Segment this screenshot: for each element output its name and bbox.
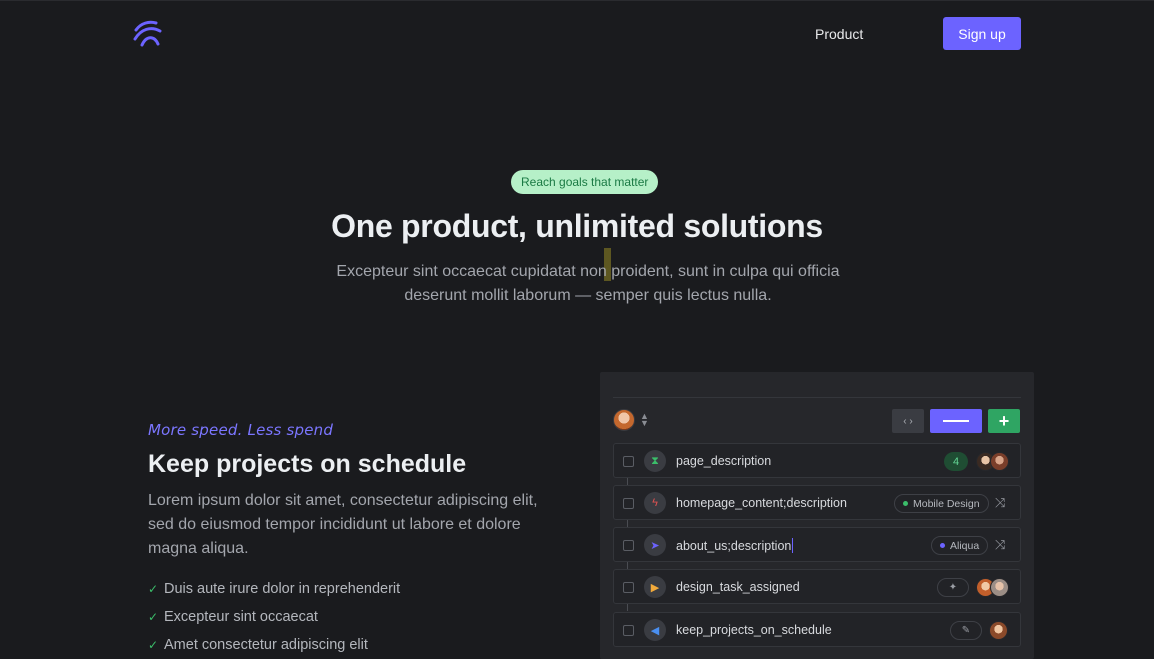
task-label: keep_projects_on_schedule [676, 623, 832, 637]
shuffle-icon[interactable]: ⤨ [995, 537, 1005, 553]
row-checkbox[interactable] [623, 540, 634, 551]
row-connector [627, 562, 628, 569]
checklist-text: Amet consectetur adipiscing elit [164, 637, 368, 653]
row-connector [627, 604, 628, 611]
row-checkbox[interactable] [623, 625, 634, 636]
checklist-text: Duis aute irure dolor in reprehenderit [164, 581, 401, 597]
signup-button[interactable]: Sign up [943, 17, 1021, 50]
check-icon: ✓ [148, 638, 159, 652]
task-row[interactable]: ▶ design_task_assigned ✦ [613, 569, 1021, 604]
row-checkbox[interactable] [623, 582, 634, 593]
checklist-item: ✓ Duis aute irure dolor in reprehenderit [148, 575, 400, 603]
collapse-button[interactable] [930, 409, 982, 433]
bolt-icon: ϟ [644, 492, 666, 514]
task-row[interactable]: ϟ homepage_content;description Mobile De… [613, 485, 1021, 520]
task-row[interactable]: ⧗ page_description 4 [613, 443, 1021, 478]
row-checkbox[interactable] [623, 456, 634, 467]
tag-mobile-design[interactable]: Mobile Design [894, 494, 989, 513]
tag-label: Mobile Design [913, 497, 980, 510]
avatar [989, 621, 1008, 640]
text-caret [792, 538, 794, 553]
task-row[interactable]: ➤ about_us;description Aliqua ⤨ [613, 527, 1021, 562]
minus-icon [943, 420, 969, 422]
task-label: homepage_content;description [676, 496, 847, 510]
tag-label: Aliqua [950, 539, 980, 552]
logo-icon[interactable] [132, 18, 164, 48]
feature-checklist: ✓ Duis aute irure dolor in reprehenderit … [148, 575, 400, 659]
row-checkbox[interactable] [623, 498, 634, 509]
hero-subtitle-line1: Excepteur sint occaecat cupidatat non pr… [336, 263, 840, 280]
hero-badge: Reach goals that matter [511, 170, 659, 194]
add-button[interactable]: + [988, 409, 1020, 433]
task-label: design_task_assigned [676, 580, 800, 594]
feature-title: Keep projects on schedule [148, 450, 467, 478]
navigation-arrow-icon: ➤ [644, 534, 666, 556]
app-preview-panel: ▲ ▼ ‹ › + ⧗ page_description 4 ϟ homepage… [600, 372, 1034, 659]
checklist-item: ✓ Excepteur sint occaecat [148, 603, 400, 631]
hero-title: One product, unlimited solutions [331, 208, 823, 244]
panel-divider [613, 397, 1021, 398]
checklist-text: Excepteur sint occaecat [164, 609, 318, 625]
row-connector [627, 520, 628, 527]
avatar [990, 578, 1009, 597]
hero-subtitle-line2: deserunt mollit laborum — semper quis le… [404, 287, 772, 304]
code-toggle-button[interactable]: ‹ › [892, 409, 924, 433]
sort-chevrons-icon[interactable]: ▲ ▼ [640, 412, 649, 428]
tag-aliqua[interactable]: Aliqua [931, 536, 989, 555]
status-dot [903, 501, 908, 506]
top-border [0, 0, 1154, 1]
task-row[interactable]: ◀ keep_projects_on_schedule ✎ [613, 612, 1021, 647]
feature-tagline: More speed. Less spend [148, 421, 334, 439]
checklist-item: ✓ Amet consectetur adipiscing elit [148, 631, 400, 659]
task-label: about_us;description [676, 538, 794, 553]
avatar [990, 452, 1009, 471]
task-label-text[interactable]: about_us;description [676, 539, 791, 553]
nav-link-product[interactable]: Product [815, 26, 863, 42]
check-icon: ✓ [148, 610, 159, 624]
hourglass-icon: ⧗ [644, 450, 666, 472]
megaphone-icon: ◀ [644, 619, 666, 641]
feature-description: Lorem ipsum dolor sit amet, consectetur … [148, 492, 538, 557]
count-badge: 4 [944, 452, 969, 471]
play-icon: ▶ [644, 576, 666, 598]
row-connector [627, 478, 628, 485]
shuffle-icon[interactable]: ⤨ [995, 495, 1005, 511]
user-avatar[interactable] [613, 409, 635, 431]
leaf-icon[interactable]: ✎ [950, 621, 982, 640]
status-dot [940, 543, 945, 548]
check-icon: ✓ [148, 582, 159, 596]
hero-subtitle: Excepteur sint occaecat cupidatat non pr… [310, 260, 866, 308]
sparkle-icon[interactable]: ✦ [937, 578, 969, 597]
task-label: page_description [676, 454, 772, 468]
